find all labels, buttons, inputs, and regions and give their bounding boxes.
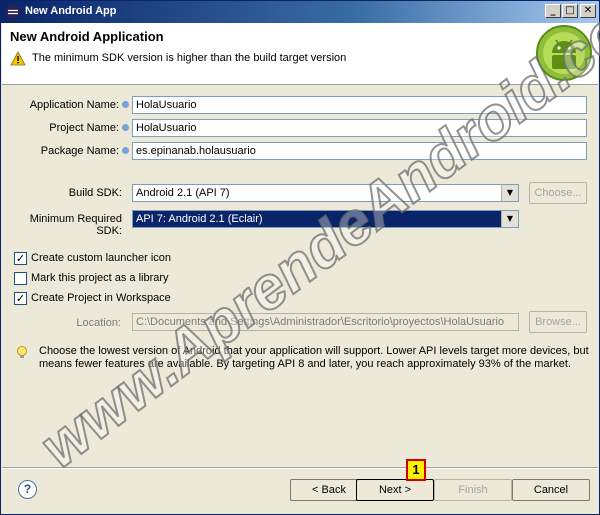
- custom-launcher-icon-checkbox[interactable]: ✓: [14, 252, 27, 265]
- project-name-label: Project Name:: [49, 122, 119, 134]
- info-icon: [122, 101, 129, 108]
- cancel-button[interactable]: Cancel: [512, 479, 590, 501]
- build-sdk-select[interactable]: Android 2.1 (API 7) ▼: [132, 184, 519, 202]
- min-sdk-select[interactable]: API 7: Android 2.1 (Eclair) ▼: [132, 210, 519, 228]
- maximize-button[interactable]: □: [562, 4, 578, 18]
- title-bar[interactable]: New Android App _ □ ✕: [1, 1, 599, 23]
- browse-button[interactable]: Browse...: [529, 311, 587, 333]
- custom-launcher-icon-label[interactable]: Create custom launcher icon: [31, 252, 171, 264]
- package-name-label: Package Name:: [40, 145, 119, 157]
- finish-button[interactable]: Finish: [434, 479, 512, 501]
- min-sdk-value: API 7: Android 2.1 (Eclair): [133, 211, 501, 227]
- close-button[interactable]: ✕: [580, 4, 596, 18]
- chevron-down-icon[interactable]: ▼: [501, 185, 518, 201]
- location-label: Location:: [76, 317, 121, 329]
- eclipse-icon: [6, 5, 20, 19]
- location-field[interactable]: C:\Documents and Settings\Administrador\…: [132, 313, 519, 331]
- library-label[interactable]: Mark this project as a library: [31, 272, 169, 284]
- workspace-checkbox[interactable]: ✓: [14, 292, 27, 305]
- footer-divider: [2, 467, 598, 469]
- lightbulb-icon: [17, 346, 27, 358]
- build-sdk-value: Android 2.1 (API 7): [136, 187, 230, 199]
- workspace-label[interactable]: Create Project in Workspace: [31, 292, 171, 304]
- hint-message: Choose the lowest version of Android tha…: [39, 345, 589, 370]
- project-name-field[interactable]: HolaUsuario: [132, 119, 587, 137]
- min-sdk-label: Minimum Required SDK:: [29, 213, 122, 237]
- warning-icon: [10, 51, 26, 66]
- minimize-button[interactable]: _: [545, 4, 561, 18]
- application-name-label: Application Name:: [29, 99, 119, 111]
- choose-button[interactable]: Choose...: [529, 182, 587, 204]
- android-logo: [536, 25, 592, 81]
- library-checkbox[interactable]: [14, 272, 27, 285]
- build-sdk-label: Build SDK:: [68, 187, 122, 199]
- chevron-down-icon[interactable]: ▼: [501, 211, 518, 227]
- info-icon: [122, 147, 129, 154]
- help-icon[interactable]: ?: [18, 480, 37, 499]
- dialog-window: New Android App _ □ ✕ New Android Applic…: [0, 0, 600, 515]
- info-icon: [122, 124, 129, 131]
- window-title: New Android App: [25, 5, 117, 17]
- wizard-header: New Android Application The minimum SDK …: [2, 23, 598, 85]
- page-title: New Android Application: [10, 29, 164, 44]
- package-name-field[interactable]: es.epinanab.holausuario: [132, 142, 587, 160]
- step-marker: 1: [406, 459, 426, 481]
- warning-message: The minimum SDK version is higher than t…: [32, 52, 347, 64]
- application-name-field[interactable]: HolaUsuario: [132, 96, 587, 114]
- next-button[interactable]: Next >: [356, 479, 434, 501]
